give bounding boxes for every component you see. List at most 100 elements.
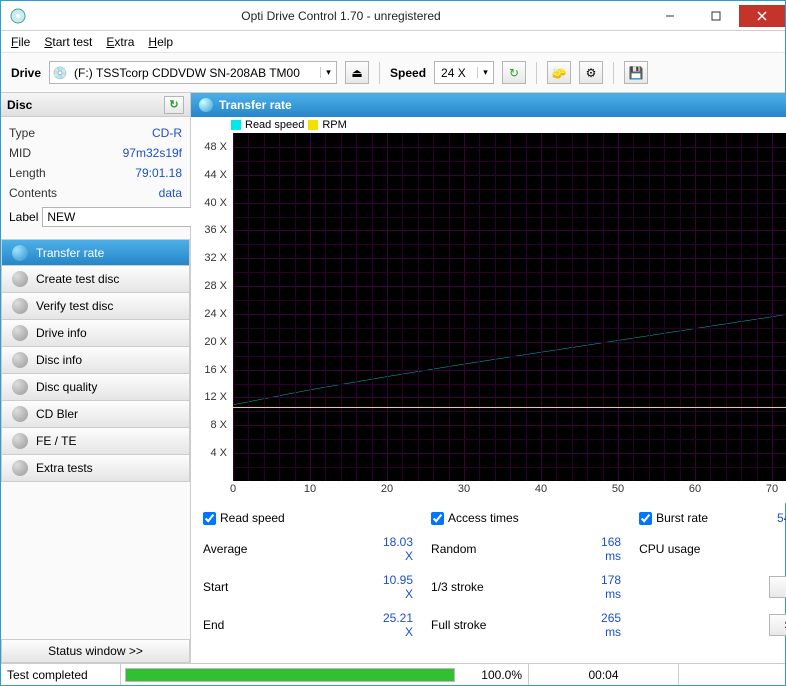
y-tick: 32 X (204, 252, 227, 264)
nav-item-label: Disc quality (36, 380, 97, 394)
start-part-button[interactable]: Start part (769, 614, 786, 636)
disc-icon (12, 433, 28, 449)
contents-label: Contents (9, 186, 57, 200)
menubar: File Start test Extra Help (1, 31, 785, 53)
disc-icon (12, 245, 28, 261)
speed-value: 24 X (435, 66, 477, 80)
chart-area: 4 X8 X12 X16 X20 X24 X28 X32 X36 X40 X44… (191, 133, 786, 503)
save-button[interactable]: 💾 (624, 61, 648, 84)
y-tick: 8 X (210, 419, 227, 431)
maximize-button[interactable] (693, 5, 739, 27)
disc-refresh-button[interactable]: ↻ (164, 96, 184, 114)
menu-extra[interactable]: Extra (106, 35, 134, 49)
y-tick: 20 X (204, 336, 227, 348)
length-label: Length (9, 166, 46, 180)
close-button[interactable] (739, 5, 785, 27)
nav-item-label: Drive info (36, 326, 87, 340)
fullstroke-value: 265 ms (601, 611, 639, 639)
x-tick: 20 (381, 483, 393, 495)
drive-text: (F:) TSSTcorp CDDVDW SN-208AB TM00 (70, 66, 320, 80)
start-full-button[interactable]: Start full (769, 576, 786, 598)
nav-verify-test-disc[interactable]: Verify test disc (1, 293, 190, 320)
menu-file[interactable]: File (11, 35, 30, 49)
main: Disc ↻ TypeCD-R MID97m32s19f Length79:01… (1, 93, 785, 663)
nav-disc-info[interactable]: Disc info (1, 347, 190, 374)
erase-button[interactable]: 🧽 (547, 61, 571, 84)
chevron-down-icon: ▾ (320, 67, 336, 78)
disc-header-label: Disc (7, 98, 32, 112)
nav-extra-tests[interactable]: Extra tests (1, 455, 190, 482)
disc-icon (12, 352, 28, 368)
disc-info: TypeCD-R MID97m32s19f Length79:01.18 Con… (1, 117, 190, 233)
label-label: Label (9, 210, 38, 224)
x-tick: 40 (535, 483, 547, 495)
status-message: Test completed (1, 664, 121, 685)
y-tick: 28 X (204, 280, 227, 292)
y-tick: 36 X (204, 224, 227, 236)
average-value: 18.03 X (383, 535, 431, 563)
minimize-button[interactable] (647, 5, 693, 27)
read-speed-label: Read speed (220, 511, 285, 525)
settings-button[interactable]: ⚙ (579, 61, 603, 84)
menu-start-test[interactable]: Start test (44, 35, 92, 49)
speed-label: Speed (390, 66, 426, 80)
y-tick: 40 X (204, 197, 227, 209)
stroke13-value: 178 ms (601, 573, 639, 601)
x-axis: 01020304050607080min (233, 483, 786, 503)
cpu-value: 11 % (769, 542, 786, 556)
refresh-button[interactable]: ↻ (502, 61, 526, 84)
menu-help[interactable]: Help (148, 35, 173, 49)
stroke13-label: 1/3 stroke (431, 580, 601, 594)
nav-item-label: Extra tests (36, 461, 93, 475)
label-input[interactable] (42, 207, 207, 227)
nav-create-test-disc[interactable]: Create test disc (1, 266, 190, 293)
progress-fill (126, 669, 454, 681)
drive-label: Drive (11, 66, 41, 80)
elapsed-time: 00:04 (529, 664, 679, 685)
status-window-button[interactable]: Status window >> (1, 639, 190, 663)
start-value: 10.95 X (383, 573, 431, 601)
window-title: Opti Drive Control 1.70 - unregistered (35, 9, 647, 23)
drive-selector[interactable]: 💿 (F:) TSSTcorp CDDVDW SN-208AB TM00 ▾ (49, 61, 337, 84)
toolbar: Drive 💿 (F:) TSSTcorp CDDVDW SN-208AB TM… (1, 53, 785, 93)
random-label: Random (431, 542, 601, 556)
burst-rate-checkbox[interactable] (639, 512, 652, 525)
nav-item-label: Disc info (36, 353, 82, 367)
legend-swatch-rpm (308, 120, 318, 130)
nav-item-label: Create test disc (36, 272, 119, 286)
mid-label: MID (9, 146, 31, 160)
disc-panel-header: Disc ↻ (1, 93, 190, 117)
content: Transfer rate Read speed RPM 4 X8 X12 X1… (191, 93, 786, 663)
disc-icon (199, 98, 213, 112)
access-times-label: Access times (448, 511, 519, 525)
chart-header: Transfer rate (191, 93, 786, 117)
length-value: 79:01.18 (135, 166, 182, 180)
x-tick: 70 (766, 483, 778, 495)
average-label: Average (203, 542, 383, 556)
speed-selector[interactable]: 24 X ▾ (434, 61, 494, 84)
chart-plot (233, 133, 786, 481)
access-times-checkbox[interactable] (431, 512, 444, 525)
sidebar: Disc ↻ TypeCD-R MID97m32s19f Length79:01… (1, 93, 191, 663)
y-tick: 4 X (210, 447, 227, 459)
x-tick: 60 (689, 483, 701, 495)
x-tick: 10 (304, 483, 316, 495)
y-tick: 48 X (204, 141, 227, 153)
disc-icon (12, 379, 28, 395)
nav-item-label: CD Bler (36, 407, 78, 421)
x-tick: 0 (230, 483, 236, 495)
chart-title: Transfer rate (219, 98, 292, 112)
read-speed-checkbox[interactable] (203, 512, 216, 525)
nav-item-label: Transfer rate (36, 246, 104, 260)
nav-cd-bler[interactable]: CD Bler (1, 401, 190, 428)
nav-transfer-rate[interactable]: Transfer rate (1, 239, 190, 266)
titlebar: Opti Drive Control 1.70 - unregistered (1, 1, 785, 31)
disc-icon (12, 460, 28, 476)
nav-drive-info[interactable]: Drive info (1, 320, 190, 347)
eject-button[interactable]: ⏏ (345, 61, 369, 84)
nav-fe-te[interactable]: FE / TE (1, 428, 190, 455)
y-tick: 44 X (204, 169, 227, 181)
nav-disc-quality[interactable]: Disc quality (1, 374, 190, 401)
chevron-down-icon: ▾ (477, 67, 493, 78)
chart-legend: Read speed RPM (191, 117, 786, 133)
